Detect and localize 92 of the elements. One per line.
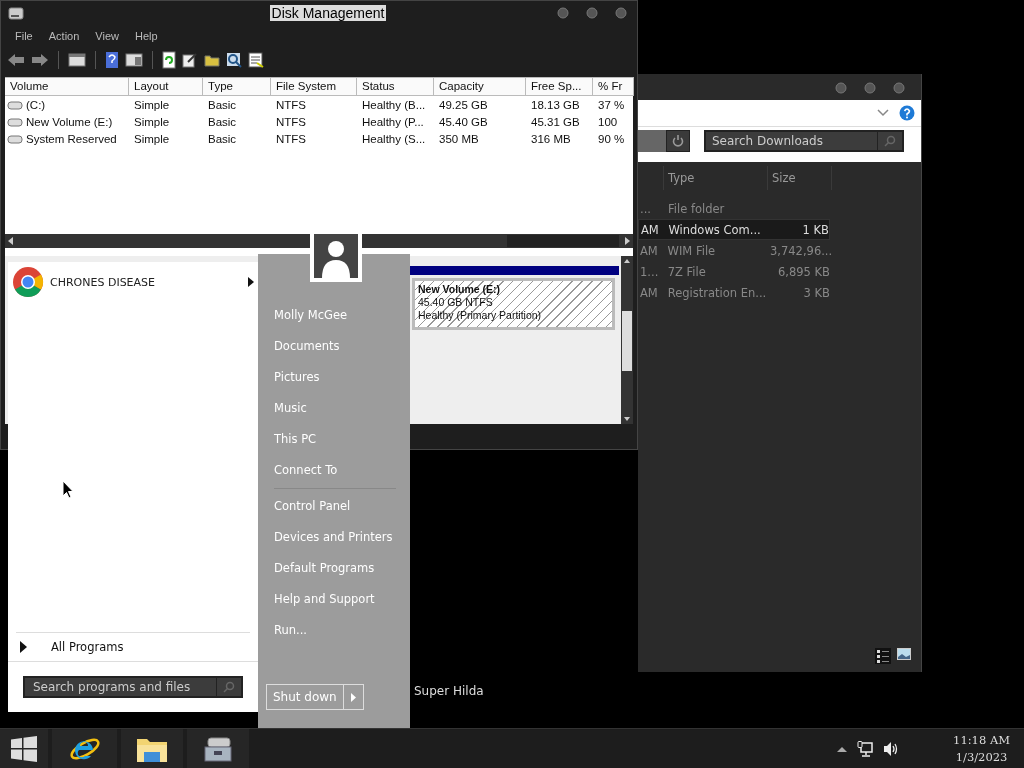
- document-pen-icon[interactable]: [182, 52, 198, 68]
- table-cell-text: Basic: [207, 131, 238, 147]
- menu-item[interactable]: Help: [126, 30, 166, 42]
- table-cell-text: 350 MB: [438, 131, 480, 147]
- back-arrow-icon[interactable]: [7, 53, 25, 67]
- user-avatar-icon[interactable]: [314, 234, 358, 278]
- drive-icon: [7, 99, 23, 110]
- table-cell-text: NTFS: [275, 114, 308, 130]
- search-field[interactable]: Search programs and files: [23, 676, 243, 698]
- help-icon[interactable]: [105, 51, 119, 69]
- menu-item[interactable]: Action: [40, 30, 88, 42]
- drive-icon: [7, 116, 23, 127]
- triangle-right-icon: [350, 692, 356, 702]
- table-cell: (C:): [26, 98, 46, 111]
- taskbar-app[interactable]: [187, 729, 249, 768]
- browser-logo-icon: [12, 266, 44, 298]
- table-cell-text: Basic: [207, 97, 238, 113]
- window-control-icon[interactable]: [586, 7, 598, 19]
- forward-arrow-icon[interactable]: [31, 53, 49, 67]
- chevron-up-icon[interactable]: [837, 745, 848, 752]
- chevron-down-icon[interactable]: [877, 109, 889, 117]
- picture-view-icon[interactable]: [897, 648, 911, 660]
- window-control-icon[interactable]: [835, 82, 847, 94]
- network-icon[interactable]: [857, 740, 874, 757]
- refresh-button[interactable]: [666, 130, 690, 152]
- folder-icon[interactable]: [204, 53, 220, 67]
- clock[interactable]: 11:18 AM 1/3/2023: [953, 733, 1010, 764]
- window-control-icon[interactable]: [893, 82, 905, 94]
- menu-item[interactable]: View: [87, 30, 127, 42]
- magnifier-icon[interactable]: [226, 52, 242, 68]
- search-field[interactable]: Search Downloads: [704, 130, 904, 152]
- partition-block[interactable]: New Volume (E:) 45.40 GB NTFS Healthy (Primary Partition): [412, 278, 615, 330]
- window-control-icon[interactable]: [557, 7, 569, 19]
- table-cell-text: 90 %: [597, 131, 626, 147]
- column-header[interactable]: Type: [203, 77, 271, 96]
- table-cell: System Reserved: [26, 132, 117, 145]
- table-cell-text: 49.25 GB: [438, 97, 489, 113]
- window-control-icon[interactable]: [864, 82, 876, 94]
- table-cell-text: NTFS: [275, 97, 308, 113]
- taskbar-app[interactable]: [121, 729, 183, 768]
- table-cell-text: Simple: [133, 97, 171, 113]
- column-header[interactable]: Size: [768, 166, 832, 190]
- table-cell-text: Healthy (B...: [361, 97, 427, 113]
- column-header[interactable]: % Fr: [593, 77, 634, 96]
- column-header[interactable]: Free Sp...: [526, 77, 593, 96]
- disk-drive-icon: [7, 4, 25, 22]
- file-row[interactable]: ... File folder: [638, 198, 830, 219]
- column-header[interactable]: Status: [357, 77, 434, 96]
- table-cell-text: Healthy (S...: [361, 131, 427, 147]
- table-cell-text: Simple: [133, 114, 171, 130]
- scrollbar-thumb[interactable]: [622, 311, 632, 371]
- window-title: Disk Management: [269, 5, 387, 21]
- triangle-right-icon: [20, 641, 27, 653]
- table-cell-text: 100: [597, 114, 619, 130]
- taskbar-app[interactable]: [52, 729, 117, 768]
- column-header[interactable]: File System: [271, 77, 357, 96]
- windows-logo-icon: [11, 735, 37, 762]
- window-control-icon[interactable]: [615, 7, 627, 19]
- window-pane-icon[interactable]: [125, 53, 143, 67]
- table-cell-text: Healthy (P...: [361, 114, 425, 130]
- search-input[interactable]: Search Downloads: [706, 133, 877, 149]
- checklist-icon[interactable]: [248, 52, 264, 68]
- table-cell-text: 45.40 GB: [438, 114, 489, 130]
- column-header[interactable]: Capacity: [434, 77, 526, 96]
- table-cell-text: Simple: [133, 131, 171, 147]
- table-cell-text: Basic: [207, 114, 238, 130]
- file-row[interactable]: 1... 7Z File 6,895 KB: [638, 261, 830, 282]
- mouse-pointer-icon: [62, 480, 74, 499]
- table-cell-text: NTFS: [275, 131, 308, 147]
- desktop-icon-label[interactable]: Super Hilda: [414, 684, 484, 698]
- file-row[interactable]: AM Windows Com... 1 KB: [638, 219, 830, 240]
- all-programs-item[interactable]: All Programs: [16, 632, 250, 661]
- table-cell-text: 45.31 GB: [530, 114, 581, 130]
- menu-item[interactable]: File: [7, 30, 41, 42]
- column-header[interactable]: Type: [664, 166, 768, 190]
- column-header[interactable]: Layout: [129, 77, 203, 96]
- details-view-icon[interactable]: [875, 648, 891, 664]
- table-cell: New Volume (E:): [26, 115, 113, 128]
- scrollbar-thumb[interactable]: [507, 235, 619, 247]
- search-input[interactable]: Search programs and files: [25, 679, 216, 695]
- drive-icon: [7, 133, 23, 144]
- volume-icon[interactable]: [883, 740, 900, 757]
- table-cell-text: 18.13 GB: [530, 97, 581, 113]
- table-cell-text: 316 MB: [530, 131, 572, 147]
- file-row[interactable]: AM Registration En... 3 KB: [638, 282, 830, 303]
- file-row[interactable]: AM WIM File 3,742,96...: [638, 240, 830, 261]
- table-cell-text: 37 %: [597, 97, 626, 113]
- program-item[interactable]: CHRONES DISEASE: [8, 262, 258, 302]
- window-pane-icon[interactable]: [68, 53, 86, 67]
- address-field[interactable]: [638, 130, 666, 152]
- column-header[interactable]: Volume: [5, 77, 129, 96]
- start-button[interactable]: [0, 729, 48, 768]
